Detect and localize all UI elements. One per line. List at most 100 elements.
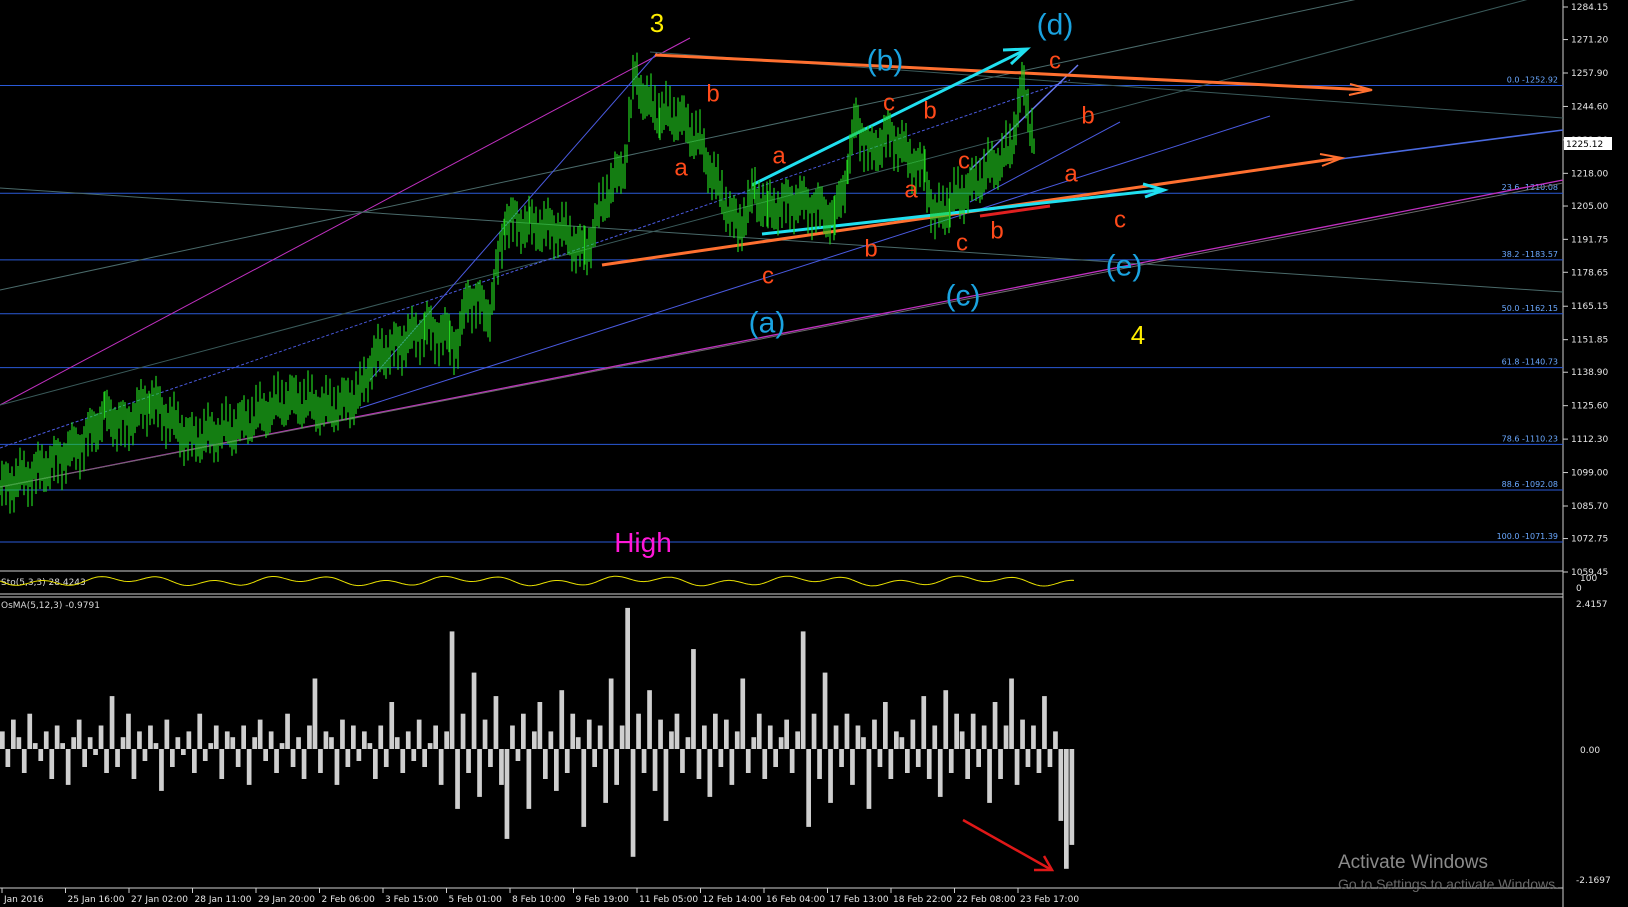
osma-bar — [307, 725, 312, 749]
osma-bar — [43, 731, 49, 749]
osma-bar — [915, 749, 921, 767]
osma-bar — [109, 696, 115, 749]
osma-bar — [943, 690, 949, 749]
osma-bar — [691, 649, 696, 749]
osma-bar — [800, 631, 806, 749]
osma-bar — [137, 731, 142, 749]
osma-bar — [175, 737, 181, 749]
osma-bar — [49, 749, 55, 779]
osma-bar — [647, 690, 652, 749]
osma-bar — [181, 749, 186, 755]
price-tick-label: 1138.90 — [1571, 368, 1608, 378]
osma-label: OsMA(5,12,3) -0.9791 — [1, 601, 100, 611]
osma-bar — [11, 719, 16, 749]
osma-bar — [142, 749, 148, 761]
stochastic-label: Sto(5,3,3) 28.4243 — [1, 578, 86, 588]
price-axis: 1284.151271.201257.901244.601231.301218.… — [1563, 3, 1608, 578]
osma-bar — [202, 749, 208, 761]
osma-bar — [965, 749, 970, 779]
price-tick-label: 1059.45 — [1571, 568, 1608, 578]
wave-label: High — [614, 527, 672, 558]
osma-bar — [340, 719, 345, 749]
osma-bar — [131, 749, 137, 779]
osma-bar — [910, 719, 916, 749]
osma-bar — [554, 749, 559, 791]
osma-bar — [1053, 731, 1058, 749]
osma-bar — [38, 749, 44, 761]
osma-bar — [937, 749, 943, 797]
fib-level-label: 50.0 -1162.15 — [1502, 304, 1558, 313]
osma-bar — [115, 749, 120, 767]
price-tick-label: 1191.75 — [1571, 235, 1608, 245]
osma-bar — [246, 749, 252, 785]
osma-bar — [948, 749, 954, 773]
wave-label: c — [1049, 47, 1061, 74]
osma-bar — [888, 749, 894, 779]
osma-bar — [987, 749, 992, 803]
fib-level-label: 61.8 -1140.73 — [1502, 358, 1558, 367]
osma-bar — [740, 678, 746, 749]
wave-label: a — [772, 142, 786, 169]
osma-bar — [729, 749, 735, 785]
osma-bar — [548, 731, 554, 749]
time-tick-label: 28 Jan 11:00 — [195, 895, 252, 905]
osma-bar — [762, 749, 768, 779]
osma-bar — [767, 725, 773, 749]
osma-bar — [570, 713, 576, 749]
osma-bar — [362, 731, 367, 749]
osma-bar — [581, 749, 587, 827]
osma-bar — [159, 749, 164, 791]
osma-bar — [197, 713, 203, 749]
osma-bar — [773, 749, 778, 767]
osma-bar — [444, 731, 449, 749]
osma-bar — [312, 678, 318, 749]
osma-bar — [619, 725, 625, 749]
wave-label: c — [956, 229, 968, 256]
osma-bar — [905, 749, 910, 773]
time-tick-label: 11 Feb 05:00 — [639, 895, 698, 905]
osma-bar — [0, 731, 5, 749]
osma-bar — [855, 725, 861, 749]
osma-bar — [230, 737, 236, 749]
time-tick-label: 18 Feb 22:00 — [893, 895, 952, 905]
osma-bar — [373, 749, 378, 779]
osma-bar — [504, 749, 510, 839]
wave-label: c — [883, 89, 895, 116]
osma-bar — [658, 719, 663, 749]
osma-bar — [411, 749, 417, 761]
osma-bar — [685, 737, 691, 749]
osma-bar — [394, 737, 400, 749]
osma-bar — [98, 725, 104, 749]
osma-bar — [921, 696, 927, 749]
osma-bar — [356, 749, 362, 761]
activate-windows-title: Activate Windows — [1338, 852, 1488, 873]
osma-bar — [592, 749, 597, 767]
fib-level-label: 78.6 -1110.23 — [1502, 434, 1558, 443]
osma-bar — [883, 702, 888, 749]
osma-bar — [186, 731, 192, 749]
price-tick-label: 1099.00 — [1571, 469, 1608, 479]
time-tick-label: 12 Feb 14:00 — [703, 895, 762, 905]
time-tick-label: 9 Feb 19:00 — [576, 895, 630, 905]
osma-bar — [713, 713, 718, 749]
wave-label: b — [864, 235, 877, 262]
osma-bar — [192, 749, 197, 773]
time-tick-label: 2 Feb 06:00 — [322, 895, 376, 905]
osma-bar — [702, 725, 707, 749]
osma-tick-top: 2.4157 — [1576, 600, 1608, 610]
osma-bar — [334, 749, 340, 785]
price-chart: 0.0 -1252.9223.6 -1210.0838.2 -1183.5750… — [0, 0, 1612, 907]
osma-bar — [208, 743, 214, 749]
osma-bar — [597, 725, 603, 749]
price-tick-label: 1178.65 — [1571, 268, 1608, 278]
price-tick-label: 1072.75 — [1571, 535, 1608, 545]
osma-bar — [543, 749, 548, 779]
wave-label: b — [1081, 102, 1094, 129]
osma-bar — [521, 713, 526, 749]
osma-bar — [564, 749, 570, 773]
osma-bar — [669, 731, 674, 749]
osma-bar — [318, 749, 323, 773]
fib-level-label: 0.0 -1252.92 — [1507, 76, 1558, 85]
wave-label: b — [990, 217, 1003, 244]
wave-label: a — [904, 176, 918, 203]
